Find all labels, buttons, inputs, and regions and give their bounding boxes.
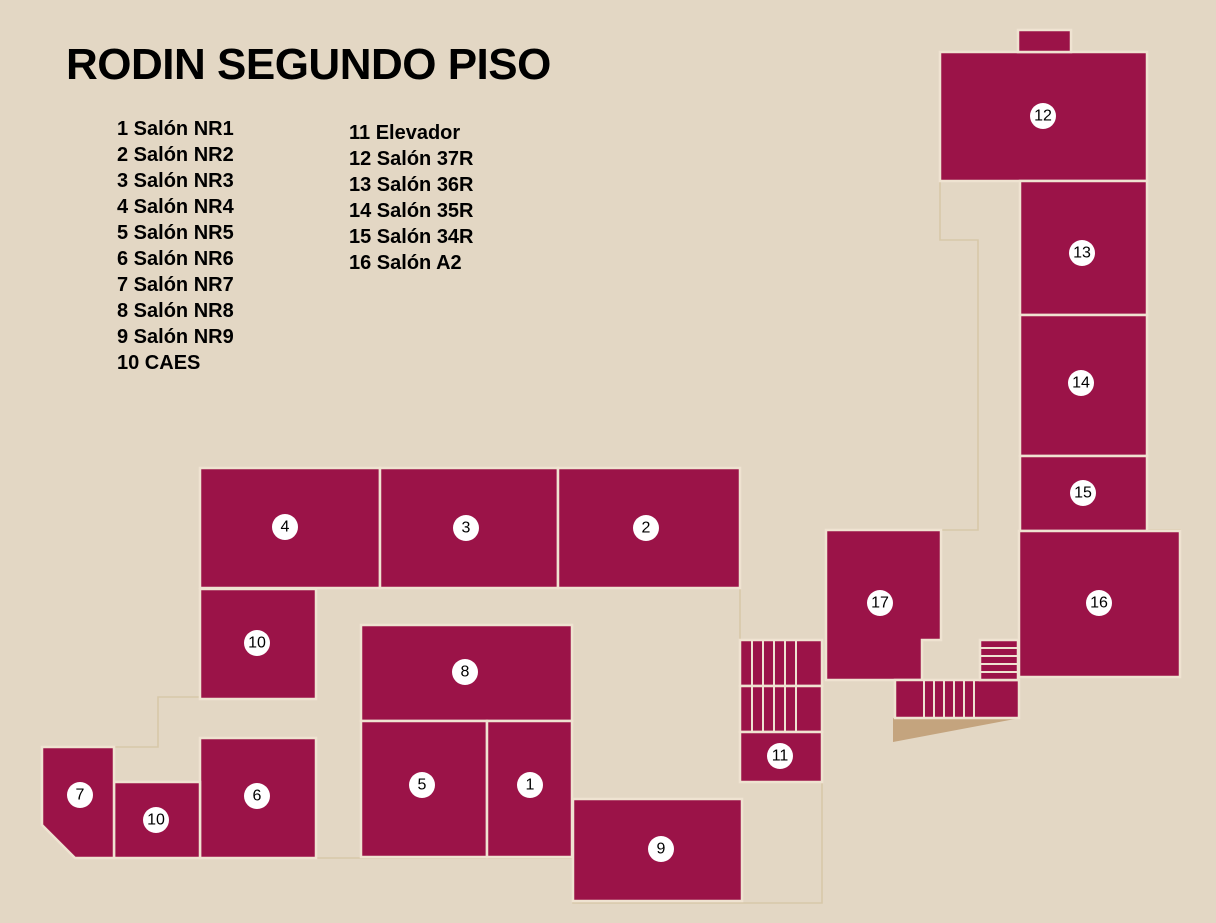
svg-text:15: 15 [1074,485,1092,502]
svg-text:3: 3 [462,520,471,537]
room-badge-4: 4 [272,514,298,540]
room-badge-6: 6 [244,783,270,809]
svg-text:5: 5 [418,777,427,794]
svg-text:16: 16 [1090,595,1108,612]
svg-text:8: 8 [461,664,470,681]
svg-text:17: 17 [871,595,889,612]
svg-text:10: 10 [147,812,165,829]
svg-text:1: 1 [526,777,535,794]
svg-text:7: 7 [76,787,85,804]
stairs-east-lower [893,678,1021,720]
room-badge-13: 13 [1069,240,1095,266]
svg-text:6: 6 [253,788,262,805]
room-badge-17: 17 [867,590,893,616]
room-badge-3: 3 [453,515,479,541]
room-badge-9: 9 [648,836,674,862]
room-badge-5: 5 [409,772,435,798]
room-badge-1: 1 [517,772,543,798]
room-badge-16: 16 [1086,590,1112,616]
room-badge-2: 2 [633,515,659,541]
svg-text:14: 14 [1072,375,1090,392]
svg-text:4: 4 [281,519,290,536]
room-badge-15: 15 [1070,480,1096,506]
room-badge-10-south: 10 [143,807,169,833]
room-badge-7: 7 [67,782,93,808]
svg-text:10: 10 [248,635,266,652]
room-badge-8: 8 [452,659,478,685]
floor-plan-map: 4 3 2 10 8 5 1 6 10 7 9 11 17 12 13 14 1… [40,28,1182,904]
room-12-annex [1016,28,1073,54]
entrance-ramp [893,718,1020,742]
svg-text:2: 2 [642,520,651,537]
svg-text:13: 13 [1073,245,1091,262]
stairs-east-upper [978,638,1020,682]
room-badge-10: 10 [244,630,270,656]
svg-text:12: 12 [1034,108,1052,125]
svg-text:11: 11 [772,748,789,765]
room-badge-12: 12 [1030,103,1056,129]
room-badge-11: 11 [767,743,793,769]
svg-text:9: 9 [657,841,666,858]
room-badge-14: 14 [1068,370,1094,396]
